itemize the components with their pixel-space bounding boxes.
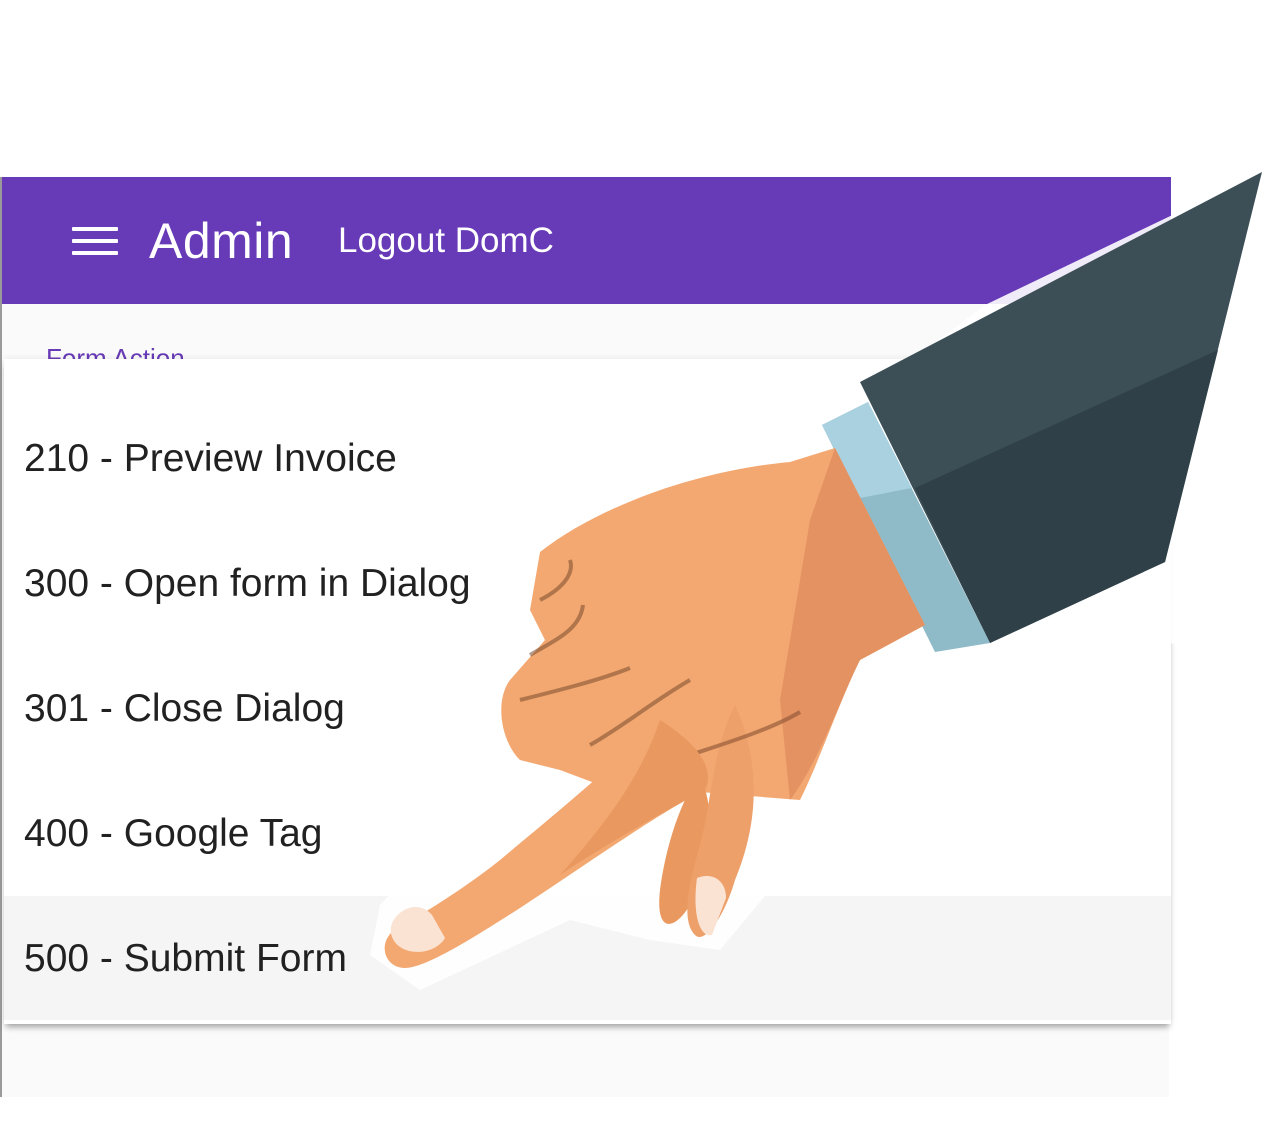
- form-action-label: Form Action: [46, 343, 185, 359]
- option-close-dialog[interactable]: 301 - Close Dialog: [4, 646, 1171, 770]
- option-google-tag[interactable]: 400 - Google Tag: [4, 771, 1171, 895]
- app-title: Admin: [149, 213, 294, 269]
- option-label: 210 - Preview Invoice: [24, 437, 397, 480]
- hamburger-menu-icon[interactable]: [68, 223, 120, 259]
- screenshot-stage: Admin Logout DomC Form Action 210 - Prev…: [0, 0, 1265, 1126]
- option-label: 300 - Open form in Dialog: [24, 562, 471, 605]
- app-window: Admin Logout DomC Form Action 210 - Prev…: [0, 177, 1171, 1097]
- option-label: 400 - Google Tag: [24, 812, 323, 855]
- form-action-dropdown: 210 - Preview Invoice 300 - Open form in…: [4, 359, 1171, 1024]
- option-open-form-in-dialog[interactable]: 300 - Open form in Dialog: [4, 521, 1171, 645]
- option-label: 500 - Submit Form: [24, 937, 347, 980]
- app-toolbar: Admin Logout DomC: [2, 177, 1171, 304]
- option-label: 301 - Close Dialog: [24, 687, 345, 730]
- logout-link[interactable]: Logout DomC: [338, 221, 554, 261]
- option-preview-invoice[interactable]: 210 - Preview Invoice: [4, 396, 1171, 520]
- option-submit-form[interactable]: 500 - Submit Form: [4, 896, 1171, 1020]
